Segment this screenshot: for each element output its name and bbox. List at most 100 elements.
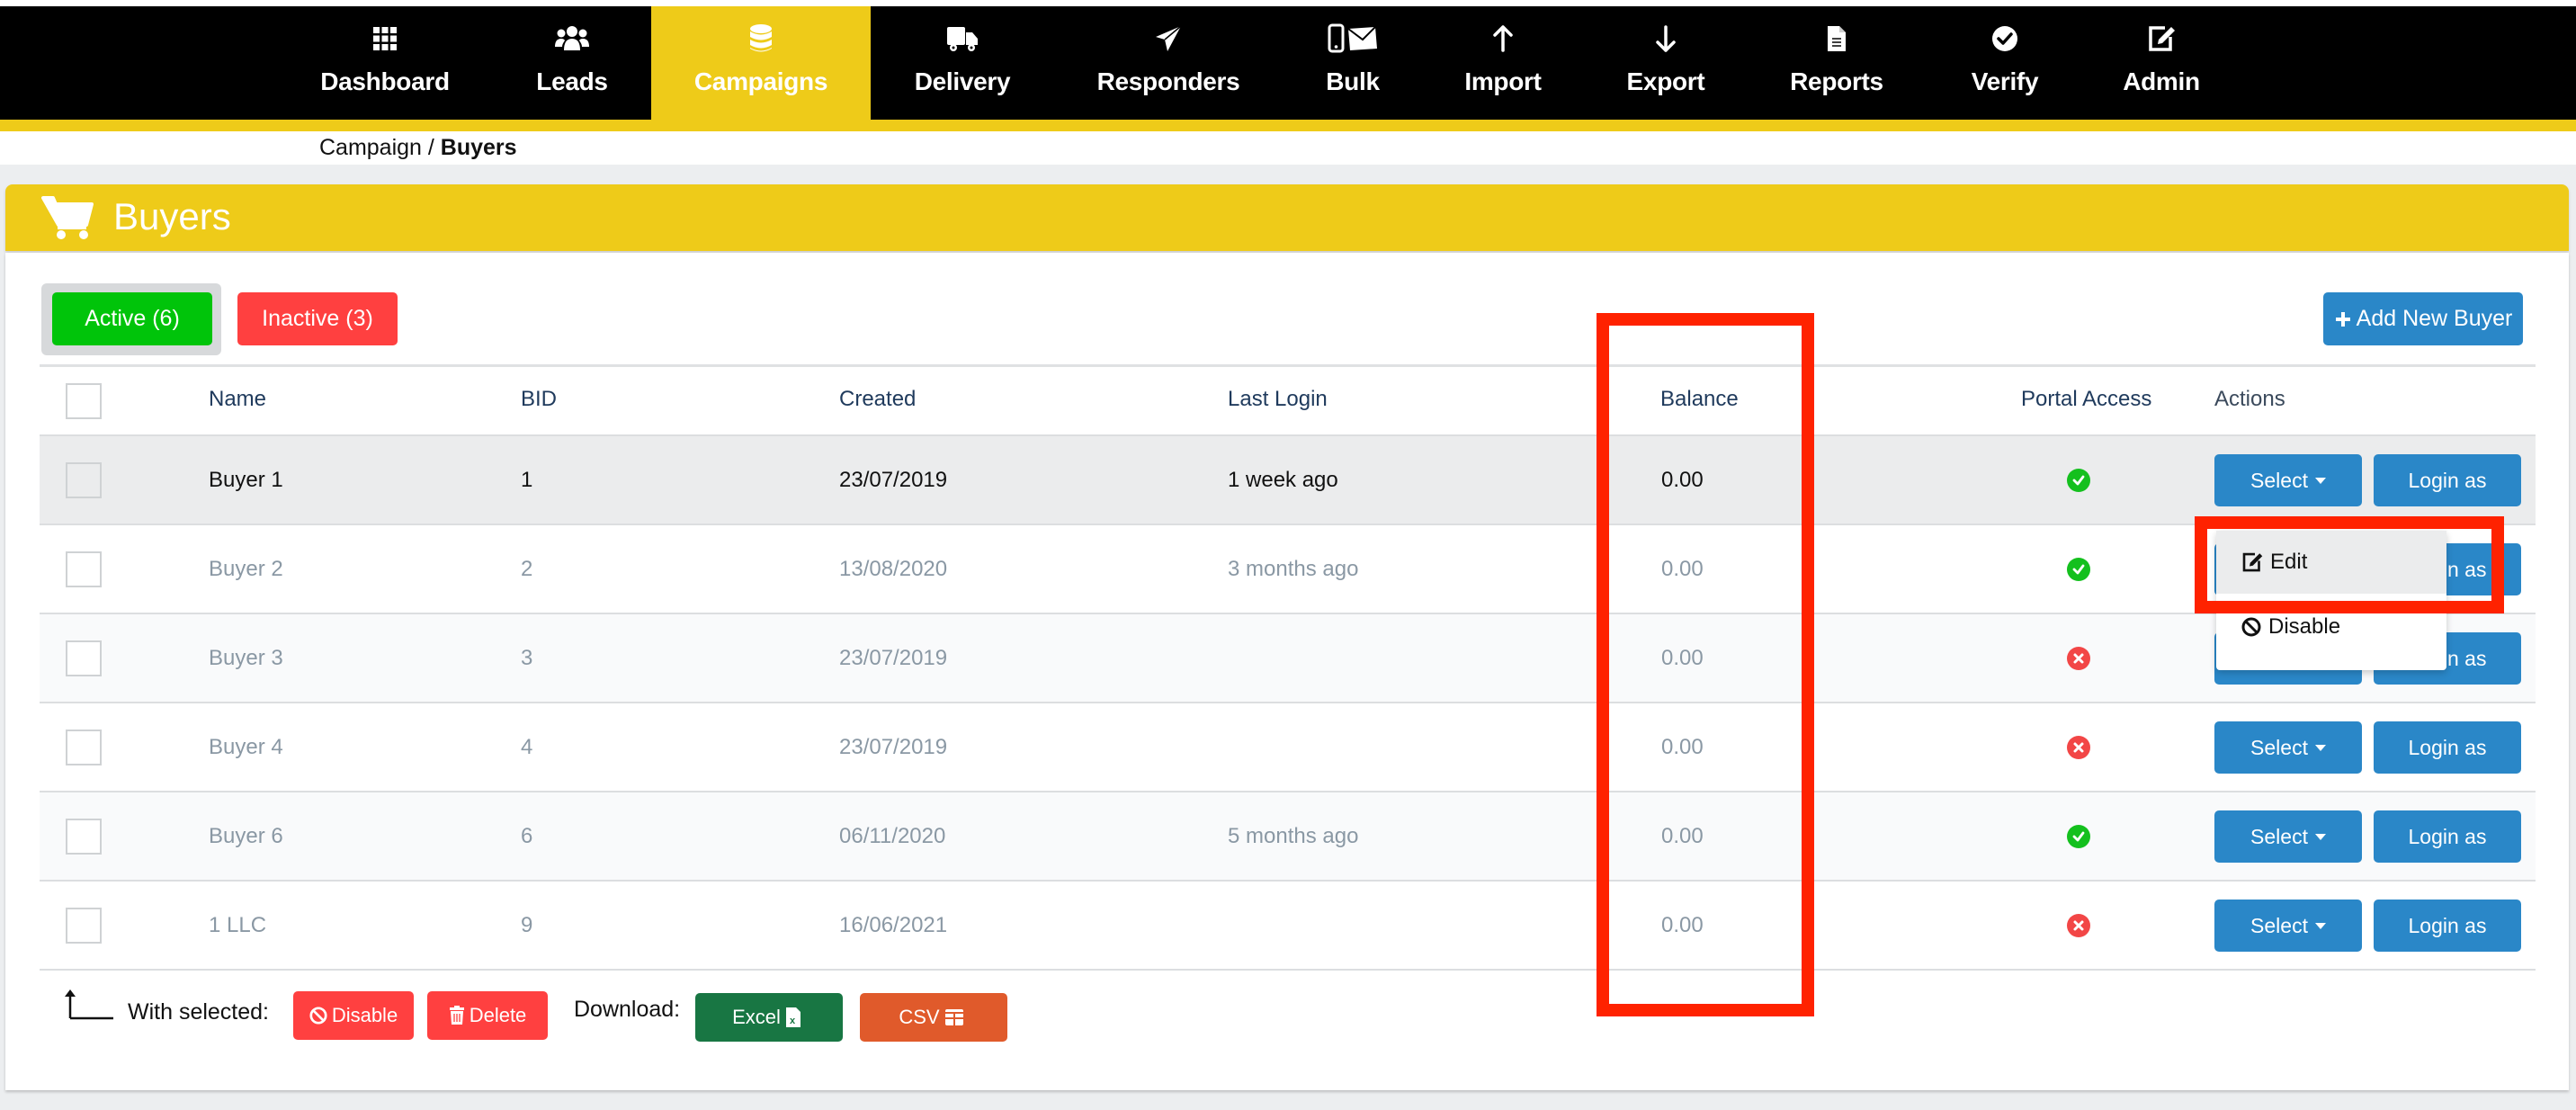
- cell-balance: 0.00: [1661, 734, 1704, 759]
- select-actions-button[interactable]: Select: [2214, 454, 2362, 506]
- table-row[interactable]: 1 LLC 9 16/06/2021 0.00 Select Login as: [40, 882, 2536, 971]
- ban-icon: [2241, 617, 2261, 637]
- caret-down-icon: [2314, 922, 2326, 929]
- cell-bid: 4: [521, 734, 533, 759]
- nav-item-verify[interactable]: Verify: [1961, 6, 2049, 120]
- nav-item-export[interactable]: Export: [1614, 6, 1718, 120]
- column-header-portal-access[interactable]: Portal Access: [2021, 387, 2151, 412]
- cell-balance: 0.00: [1661, 467, 1704, 492]
- add-new-buyer-button[interactable]: Add New Buyer: [2323, 292, 2523, 345]
- column-header-bid[interactable]: BID: [521, 387, 557, 412]
- cell-created: 06/11/2020: [839, 823, 946, 848]
- dropdown-item-edit[interactable]: Edit: [2216, 531, 2446, 594]
- dropdown-item-disable[interactable]: Disable: [2216, 595, 2446, 658]
- select-actions-button[interactable]: Select: [2214, 810, 2362, 863]
- table-icon: [944, 1009, 963, 1025]
- nav-item-responders[interactable]: Responders: [1088, 6, 1248, 120]
- cell-bid: 6: [521, 823, 533, 848]
- nav-label: Reports: [1790, 67, 1883, 95]
- login-as-button[interactable]: Login as: [2374, 810, 2521, 863]
- cell-bid: 1: [521, 467, 533, 492]
- select-label: Select: [2250, 913, 2308, 937]
- column-header-actions: Actions: [2214, 387, 2285, 411]
- breadcrumb-separator: /: [421, 135, 441, 160]
- row-checkbox[interactable]: [66, 730, 102, 765]
- grid-icon: [372, 22, 398, 55]
- nav-label: Admin: [2123, 67, 2200, 95]
- arrow-down-icon: [1655, 22, 1677, 55]
- with-selected-label: With selected:: [128, 999, 270, 1025]
- table-row[interactable]: Buyer 3323/07/20190.00SelectLogin as: [40, 614, 2536, 703]
- bulk-disable-label: Disable: [331, 1004, 398, 1026]
- breadcrumb-parent[interactable]: Campaign: [319, 135, 422, 160]
- row-checkbox[interactable]: [66, 819, 102, 855]
- row-checkbox[interactable]: [66, 551, 102, 587]
- page-header: Buyers: [5, 184, 2569, 251]
- nav-item-leads[interactable]: Leads: [513, 6, 631, 120]
- cell-bid: 3: [521, 645, 533, 670]
- truck-icon: [946, 22, 979, 55]
- nav-label: Bulk: [1326, 67, 1380, 95]
- filter-active-button[interactable]: Active (6): [52, 292, 212, 345]
- cell-balance: 0.00: [1661, 912, 1704, 937]
- nav-item-campaigns[interactable]: Campaigns: [651, 6, 871, 120]
- nav-label: Dashboard: [320, 67, 450, 95]
- select-actions-button[interactable]: Select: [2214, 900, 2362, 952]
- nav-item-dashboard[interactable]: Dashboard: [306, 6, 464, 120]
- download-excel-label: Excel: [732, 1006, 781, 1028]
- cell-name: Buyer 1: [209, 467, 283, 492]
- dropdown-item-label: Edit: [2270, 550, 2308, 574]
- file-excel-icon: x: [785, 1007, 801, 1027]
- row-checkbox[interactable]: [66, 462, 102, 498]
- cell-name: Buyer 6: [209, 823, 283, 848]
- select-all-checkbox[interactable]: [66, 383, 102, 419]
- nav-label: Delivery: [914, 67, 1011, 95]
- top-gap: [0, 0, 2576, 6]
- login-as-button[interactable]: Login as: [2374, 721, 2521, 774]
- column-header-created[interactable]: Created: [839, 387, 916, 412]
- check-circle-icon: [2067, 825, 2090, 848]
- nav-item-admin[interactable]: Admin: [2110, 6, 2213, 120]
- table-row[interactable]: Buyer 6 6 06/11/2020 5 months ago 0.00 Select…: [40, 792, 2536, 882]
- column-header-last-login[interactable]: Last Login: [1228, 387, 1328, 412]
- column-header-balance[interactable]: Balance: [1660, 387, 1739, 412]
- table-row[interactable]: Buyer 4 4 23/07/2019 0.00 Select Login as: [40, 703, 2536, 792]
- row-checkbox[interactable]: [66, 640, 102, 676]
- select-actions-button[interactable]: Select: [2214, 721, 2362, 774]
- bulk-delete-button[interactable]: Delete: [427, 991, 548, 1040]
- row-checkbox[interactable]: [66, 908, 102, 944]
- cell-last-login: 5 months ago: [1228, 823, 1359, 848]
- x-circle-icon: [2067, 914, 2090, 937]
- cell-created: 23/07/2019: [839, 645, 948, 670]
- login-as-button[interactable]: Login as: [2374, 900, 2521, 952]
- caret-down-icon: [2314, 833, 2326, 840]
- select-dropdown-menu: Edit Disable: [2216, 531, 2446, 670]
- table-row[interactable]: Buyer 1 1 23/07/2019 1 week ago 0.00 Select Lo…: [40, 436, 2536, 525]
- bulk-disable-button[interactable]: Disable: [293, 991, 414, 1040]
- download-excel-button[interactable]: Excel x: [695, 993, 843, 1042]
- nav-item-bulk[interactable]: Bulk: [1308, 6, 1398, 120]
- nav-item-reports[interactable]: Reports: [1781, 6, 1892, 120]
- table-row[interactable]: Buyer 2213/08/20203 months ago0.00Select…: [40, 525, 2536, 614]
- cell-name: Buyer 3: [209, 645, 283, 670]
- nav-label: Verify: [1971, 67, 2039, 95]
- cell-last-login: 1 week ago: [1228, 467, 1338, 492]
- cell-created: 23/07/2019: [839, 734, 948, 759]
- column-header-name[interactable]: Name: [209, 387, 266, 412]
- check-circle-icon: [1991, 22, 2018, 55]
- arrow-corner-icon: [65, 989, 113, 1020]
- check-circle-icon: [2067, 558, 2090, 581]
- nav-item-import[interactable]: Import: [1452, 6, 1554, 120]
- cell-created: 13/08/2020: [839, 556, 948, 581]
- filter-inactive-button[interactable]: Inactive (3): [237, 292, 398, 345]
- nav-label: Campaigns: [693, 67, 828, 95]
- download-csv-button[interactable]: CSV: [860, 993, 1007, 1042]
- login-as-button[interactable]: Login as: [2374, 454, 2521, 506]
- arrow-up-icon: [1492, 22, 1514, 55]
- database-icon: [749, 22, 773, 55]
- mobile-envelope-icon: [1327, 22, 1379, 55]
- download-label: Download:: [574, 997, 681, 1022]
- nav-item-delivery[interactable]: Delivery: [905, 6, 1020, 120]
- svg-text:x: x: [790, 1016, 796, 1026]
- cell-bid: 9: [521, 912, 533, 937]
